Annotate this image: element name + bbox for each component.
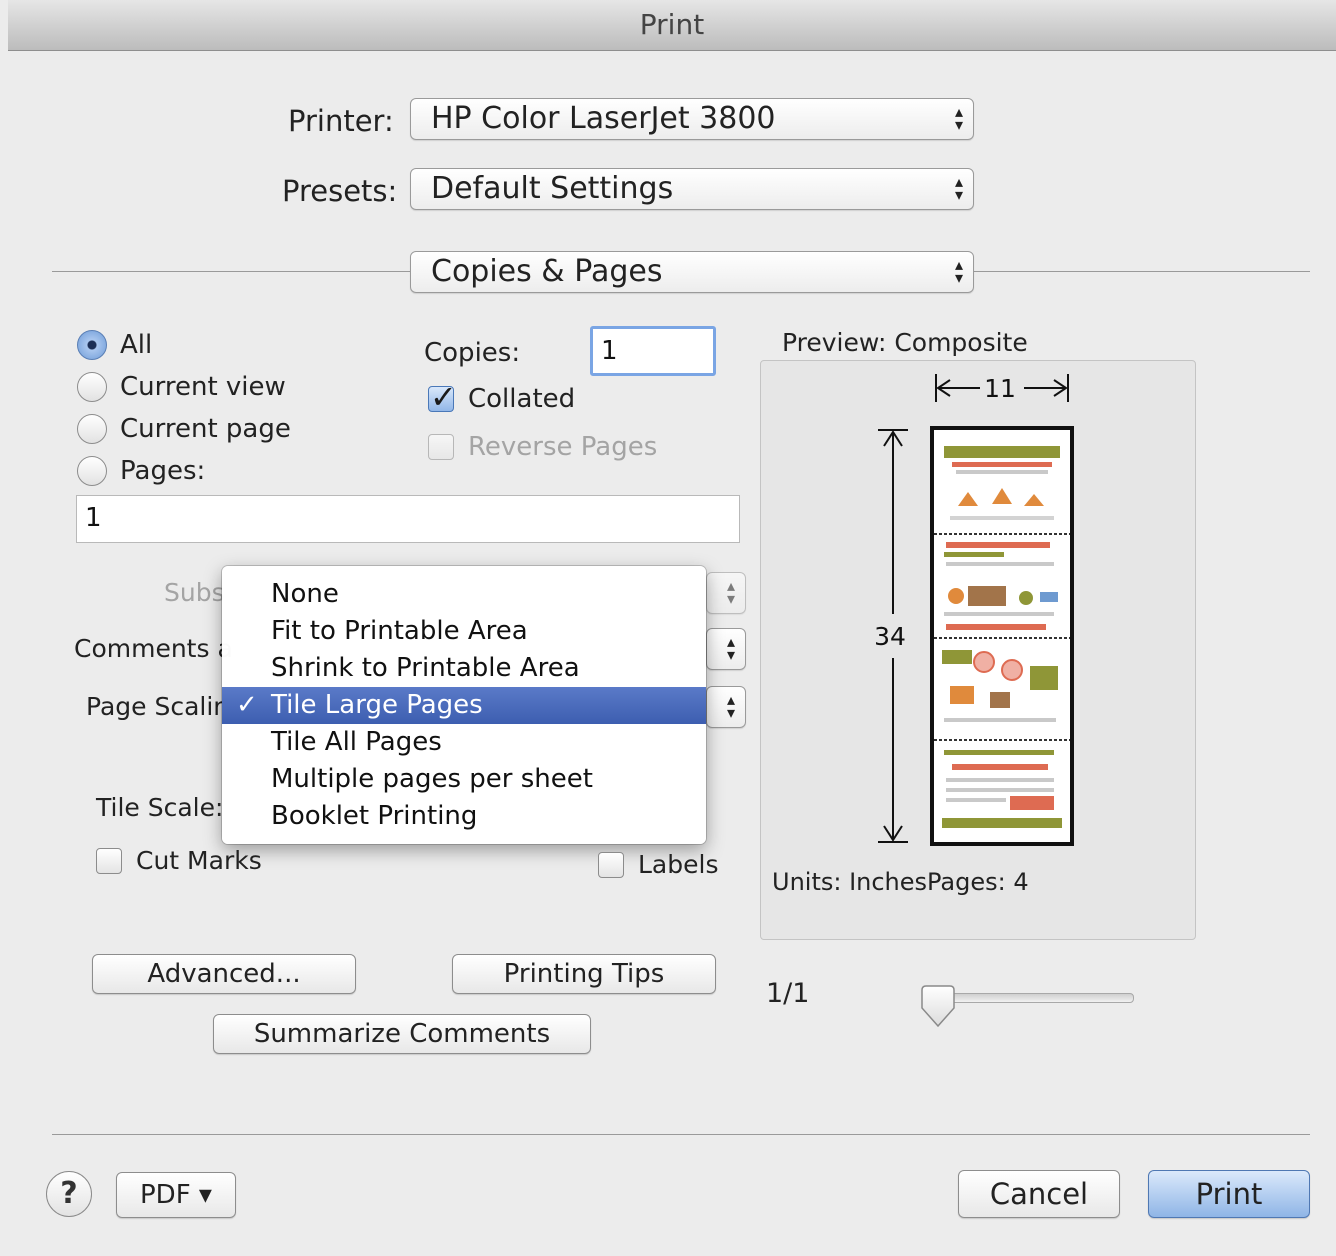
pages-input[interactable]: 1 [76,495,740,543]
subset-popup[interactable]: ▴ ▾ [706,572,746,614]
printer-value: HP Color LaserJet 3800 [431,101,776,136]
labels-label: Labels [638,850,719,879]
menu-item-label: Multiple pages per sheet [271,764,593,794]
menu-item-label: None [271,579,339,609]
radio-all-label: All [120,330,153,360]
cut-marks-checkbox[interactable] [96,848,122,874]
menu-item-label: Tile All Pages [271,727,442,757]
section-value: Copies & Pages [431,254,663,289]
bottom-separator [52,1134,1310,1135]
labels-checkbox[interactable] [598,852,624,878]
popup-arrows-icon: ▴ ▾ [726,632,735,664]
menu-item-booklet[interactable]: Booklet Printing [222,798,706,835]
popup-arrows-icon: ▴ ▾ [726,690,735,722]
page-scaling-popup[interactable]: ▴ ▾ [706,686,746,728]
presets-value: Default Settings [431,171,674,206]
width-label: 11 [984,374,1016,403]
radio-pages-label: Pages: [120,456,206,486]
presets-popup[interactable]: Default Settings ▴ ▾ [410,168,974,210]
collated-checkbox[interactable]: ✓ [428,378,457,416]
printer-label: Printer: [288,104,394,138]
units-pages-label: Units: InchesPages: 4 [772,868,1029,896]
page-scaling-menu: None Fit to Printable Area Shrink to Pri… [222,566,706,844]
preview-slider-knob[interactable] [918,984,958,1030]
print-button[interactable]: Print [1148,1170,1310,1218]
radio-pages[interactable] [77,456,107,486]
copies-input[interactable]: 1 [590,326,716,376]
popup-arrows-icon: ▴ ▾ [954,102,963,134]
menu-item-label: Tile Large Pages [271,690,483,720]
help-button[interactable]: ? [46,1171,92,1217]
page-thumbnail [930,426,1074,846]
presets-label: Presets: [282,174,398,208]
page-indicator: 1/1 [766,978,810,1009]
reverse-pages-label: Reverse Pages [468,432,658,462]
reverse-pages-checkbox[interactable] [428,434,454,460]
radio-all[interactable] [77,330,107,360]
separator-line [52,271,410,272]
pdf-menu-button[interactable]: PDF ▾ [116,1172,236,1218]
radio-current-page[interactable] [77,414,107,444]
summarize-comments-button[interactable]: Summarize Comments [213,1014,591,1054]
subset-label: Subs [164,578,225,607]
menu-item-fit[interactable]: Fit to Printable Area [222,613,706,650]
copies-label: Copies: [424,338,521,368]
cut-marks-label: Cut Marks [136,846,262,875]
page-scaling-label: Page Scalin [86,692,230,721]
checkmark-icon: ✓ [430,378,457,416]
menu-item-tile-large[interactable]: ✓ Tile Large Pages [222,687,706,724]
popup-arrows-icon: ▴ ▾ [726,576,735,608]
comments-label: Comments a [74,634,233,663]
section-popup[interactable]: Copies & Pages ▴ ▾ [410,251,974,293]
menu-item-shrink[interactable]: Shrink to Printable Area [222,650,706,687]
radio-current-page-label: Current page [120,414,291,444]
menu-item-tile-all[interactable]: Tile All Pages [222,724,706,761]
window-title-bar: Print [8,0,1336,51]
menu-item-label: Booklet Printing [271,801,478,831]
menu-item-multiple[interactable]: Multiple pages per sheet [222,761,706,798]
menu-item-none[interactable]: None [222,576,706,613]
checkmark-icon: ✓ [236,690,258,720]
radio-current-view-label: Current view [120,372,286,402]
tile-scale-label: Tile Scale: [96,793,224,822]
popup-arrows-icon: ▴ ▾ [954,255,963,287]
advanced-button[interactable]: Advanced... [92,954,356,994]
comments-popup[interactable]: ▴ ▾ [706,628,746,670]
preview-title: Preview: Composite [782,328,1028,357]
preview-diagram: 11 34 [874,374,1074,846]
window-title: Print [639,8,705,41]
cancel-button[interactable]: Cancel [958,1170,1120,1218]
height-label: 34 [874,622,906,651]
separator-line [974,271,1310,272]
printing-tips-button[interactable]: Printing Tips [452,954,716,994]
printer-popup[interactable]: HP Color LaserJet 3800 ▴ ▾ [410,98,974,140]
menu-item-label: Shrink to Printable Area [271,653,580,683]
popup-arrows-icon: ▴ ▾ [954,172,963,204]
collated-label: Collated [468,384,576,414]
menu-item-label: Fit to Printable Area [271,616,528,646]
radio-current-view[interactable] [77,372,107,402]
